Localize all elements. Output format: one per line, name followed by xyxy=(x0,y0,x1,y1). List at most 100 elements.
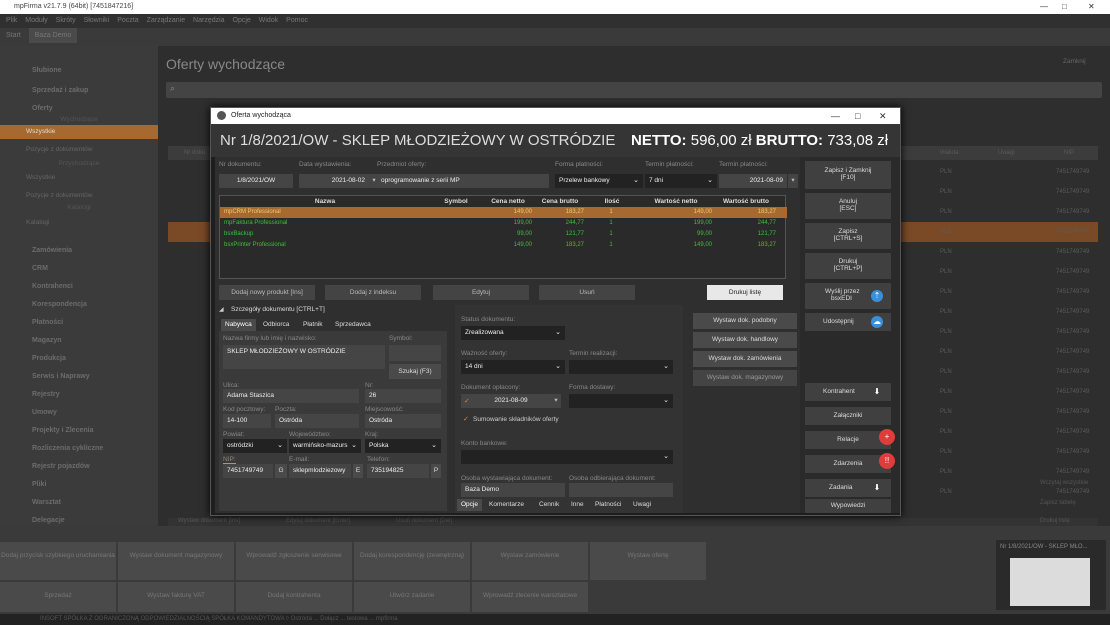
dialog-maximize-button[interactable]: □ xyxy=(855,111,860,121)
issue-date-field[interactable]: 2021-08-02 xyxy=(299,174,369,188)
subject-field[interactable]: oprogramowanie z serii MP xyxy=(377,174,549,188)
save-close-button[interactable]: Zapisz i Zamknij [F10] xyxy=(805,161,891,189)
payment-date-chevron-icon[interactable]: ▾ xyxy=(788,174,798,188)
delete-product-button[interactable]: Usuń xyxy=(539,285,635,300)
contractor-button[interactable]: Kontrahent ⬇ xyxy=(805,383,891,401)
minimize-button[interactable]: — xyxy=(1040,2,1048,11)
bank-account-select[interactable]: ⌄ xyxy=(461,450,673,464)
col-ilosc[interactable]: Ilość xyxy=(586,196,638,207)
product-row[interactable]: bsxPrinter Professional 149,00 183,27 1 149,… xyxy=(220,240,787,251)
tile-oferta[interactable]: Wystaw ofertę xyxy=(590,542,706,580)
document-preview[interactable]: Nr 1/8/2021/OW - SKLEP MŁO... xyxy=(996,540,1106,610)
grid-col-uwagi[interactable]: Uwagi xyxy=(998,150,1015,156)
search-input[interactable]: ⌕ xyxy=(166,82,1102,98)
tab-platnik[interactable]: Płatnik xyxy=(299,319,327,331)
close-page-button[interactable]: Zamknij xyxy=(1063,58,1086,65)
product-row[interactable]: mpFaktura Professional 199,00 244,77 1 199,0… xyxy=(220,218,787,229)
print-products-button[interactable]: Drukuj listę xyxy=(707,285,783,300)
tile-zlecenie[interactable]: Wprowadź zlecenie warsztatowe xyxy=(472,582,588,612)
postal-code-field[interactable]: 14-100 xyxy=(223,414,271,428)
similar-doc-button[interactable]: Wystaw dok. podobny xyxy=(693,313,797,329)
menu-item-moduly[interactable]: Moduły xyxy=(25,17,48,24)
relations-button[interactable]: Relacje + xyxy=(805,429,895,449)
edit-product-button[interactable]: Edytuj xyxy=(433,285,529,300)
tile-zadanie[interactable]: Utwórz zadanie xyxy=(354,582,470,612)
menu-item-opcje[interactable]: Opcje xyxy=(233,17,251,24)
post-office-field[interactable]: Ostróda xyxy=(275,414,359,428)
voivodeship-select[interactable]: warmińsko-mazurs ⌄ xyxy=(289,439,361,453)
tab-baza-demo[interactable]: Baza Demo xyxy=(28,28,78,43)
tab-platnosci[interactable]: Płatności xyxy=(591,499,625,511)
menu-item-pomoc[interactable]: Pomoc xyxy=(286,17,308,24)
status-select[interactable]: Zrealizowana ⌄ xyxy=(461,326,565,340)
events-button[interactable]: Zdarzenia!! xyxy=(805,453,895,473)
print-list-button[interactable]: Drukuj listę xyxy=(1040,518,1070,524)
attachments-button[interactable]: Załączniki xyxy=(805,407,891,425)
sidebar-link-wszystkie[interactable]: Wszystkie xyxy=(0,125,158,139)
dialog-minimize-button[interactable]: — xyxy=(831,111,840,121)
menu-item-widok[interactable]: Widok xyxy=(259,17,278,24)
phone-button[interactable]: P xyxy=(431,464,441,478)
statements-button[interactable]: Wypowiedzi xyxy=(805,499,891,513)
validity-select[interactable]: 14 dni ⌄ xyxy=(461,360,565,374)
sidebar-link-pozycje-2[interactable]: Pozycje z dokumentów xyxy=(0,189,158,203)
tile-kontrahent[interactable]: Dodaj kontrahenta xyxy=(236,582,352,612)
issuer-field[interactable]: Baza Demo xyxy=(461,483,565,497)
receiver-field[interactable] xyxy=(569,483,673,497)
tile-faktura[interactable]: Wystaw fakturę VAT xyxy=(118,582,234,612)
tile-korespondencja[interactable]: Dodaj korespondencję (zewnętrzną) xyxy=(354,542,470,580)
product-row[interactable]: mpCRM Professional 149,00 183,27 1 149,00 183… xyxy=(220,207,787,218)
realization-date-select[interactable]: ⌄ xyxy=(569,360,673,374)
tab-odbiorca[interactable]: Odbiorca xyxy=(259,319,293,331)
payment-term-select[interactable]: 7 dni ⌄ xyxy=(645,174,717,188)
sum-components-label[interactable]: Sumowanie składników oferty xyxy=(473,416,559,423)
tab-start[interactable]: Start xyxy=(0,28,27,43)
product-row[interactable]: bsxBackup 99,00 121,77 1 99,00 121,77 xyxy=(220,229,787,240)
country-select[interactable]: Polska ⌄ xyxy=(365,439,441,453)
paid-checkbox-icon[interactable]: ✓ xyxy=(464,397,470,405)
tasks-button[interactable]: Zadania ⬇ xyxy=(805,479,891,497)
menu-item-slowniki[interactable]: Słowniki xyxy=(84,17,110,24)
send-edi-button[interactable]: Wyślij przez bsxEDI ⇡ xyxy=(805,283,891,309)
document-number-field[interactable]: 1/8/2021/OW xyxy=(219,174,293,188)
order-doc-button[interactable]: Wystaw dok. zamówienia xyxy=(693,351,797,367)
tile-zgloszenie[interactable]: Wprowadź zgłoszenie serwisowe xyxy=(236,542,352,580)
tile-sprzedaz[interactable]: Sprzedaż xyxy=(0,582,116,612)
grid-col-nr[interactable]: Nr doku xyxy=(184,150,205,156)
grid-col-waluta[interactable]: Waluta xyxy=(940,150,958,156)
county-select[interactable]: ostródzki ⌄ xyxy=(223,439,287,453)
warehouse-doc-button[interactable]: Wystaw dok. magazynowy xyxy=(693,370,797,386)
save-button[interactable]: Zapisz [CTRL+S] xyxy=(805,223,891,249)
add-from-index-button[interactable]: Dodaj z indeksu xyxy=(325,285,421,300)
nip-field[interactable]: 7451749749 xyxy=(223,464,273,478)
menu-item-zarzadzanie[interactable]: Zarządzanie xyxy=(147,17,186,24)
grid-col-nip[interactable]: NIP xyxy=(1064,150,1074,156)
col-wartosc-netto[interactable]: Wartość netto xyxy=(638,196,714,207)
edit-document-button[interactable]: Edytuj dokument [Enter] xyxy=(286,518,350,524)
sum-checkbox-icon[interactable]: ✓ xyxy=(463,415,469,423)
load-all-button[interactable]: Wczytaj wszystkie xyxy=(1040,480,1088,486)
tab-cennik[interactable]: Cennik xyxy=(535,499,563,511)
email-button[interactable]: E xyxy=(353,464,363,478)
tab-komentarze[interactable]: Komentarze xyxy=(485,499,528,511)
gus-button[interactable]: G xyxy=(275,464,287,478)
tab-sprzedawca[interactable]: Sprzedawca xyxy=(331,319,375,331)
collapse-icon[interactable]: ◢ xyxy=(219,306,224,313)
save-table-button[interactable]: Zapisz tabelę xyxy=(1040,500,1076,506)
dialog-close-button[interactable]: ✕ xyxy=(879,111,887,122)
sidebar-item-slubione[interactable]: Słubione xyxy=(0,60,158,82)
paid-date-chevron-icon[interactable]: ▾ xyxy=(551,394,561,408)
new-document-button[interactable]: Wystaw dokument [Ins] xyxy=(178,518,240,524)
details-toggle[interactable]: Szczegóły dokumentu [CTRL+T] xyxy=(231,306,325,313)
col-cena-brutto[interactable]: Cena brutto xyxy=(534,196,586,207)
house-number-field[interactable]: 26 xyxy=(365,389,441,403)
email-field[interactable]: sklepmlodziezowy xyxy=(289,464,351,478)
tab-inne[interactable]: Inne xyxy=(567,499,588,511)
payment-method-select[interactable]: Przelew bankowy ⌄ xyxy=(555,174,643,188)
tile-add-quick[interactable]: Dodaj przycisk szybkiego uruchamiania xyxy=(0,542,116,580)
col-cena-netto[interactable]: Cena netto xyxy=(482,196,534,207)
symbol-field[interactable] xyxy=(389,345,441,361)
col-symbol[interactable]: Symbol xyxy=(430,196,482,207)
city-field[interactable]: Ostróda xyxy=(365,414,441,428)
trade-doc-button[interactable]: Wystaw dok. handlowy xyxy=(693,332,797,348)
